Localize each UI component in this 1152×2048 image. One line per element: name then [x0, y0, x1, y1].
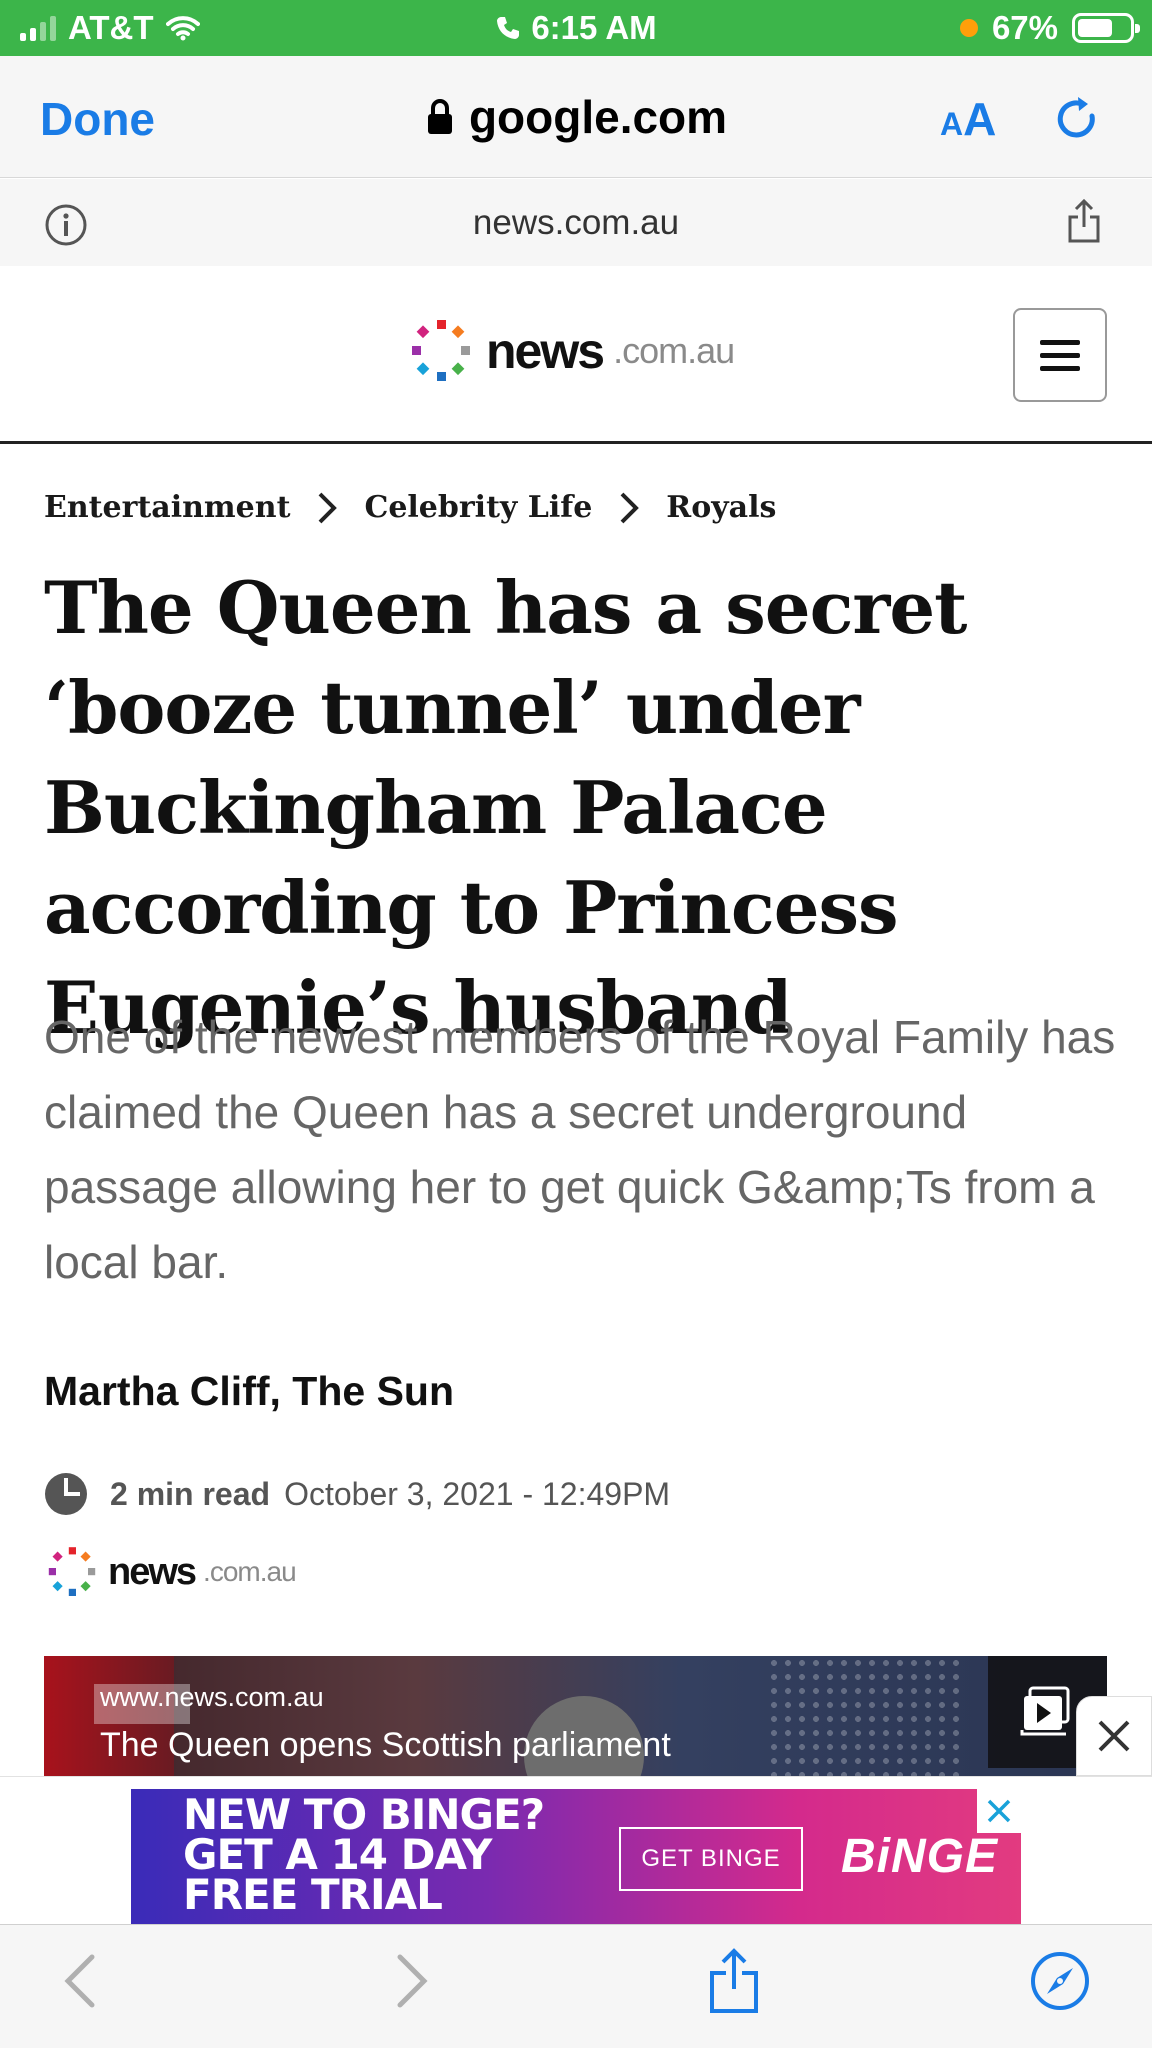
- video-title: The Queen opens Scottish parliament: [100, 1726, 671, 1764]
- close-icon: [1098, 1720, 1130, 1752]
- ad-slot: NEW TO BINGE? GET A 14 DAY FREE TRIAL GE…: [0, 1776, 1152, 1925]
- site-header: news .com.au: [0, 266, 1152, 444]
- article-standfirst: One of the newest members of the Royal F…: [44, 1011, 1116, 1288]
- source-logo-domain: .com.au: [203, 1556, 297, 1587]
- ad-headline-line: FREE TRIAL: [183, 1870, 443, 1919]
- source-logo-word: news: [108, 1550, 197, 1593]
- ad-headline-line: GET A 14 DAY: [183, 1830, 492, 1879]
- breadcrumb: Entertainment Celebrity Life Royals: [44, 490, 776, 525]
- source-logo: news .com.au: [44, 1544, 297, 1600]
- bookmarks-compass-button[interactable]: [1028, 1949, 1092, 2013]
- ad-headline: NEW TO BINGE? GET A 14 DAY FREE TRIAL: [183, 1790, 545, 1919]
- chevron-right-icon: [319, 492, 338, 523]
- logo-word: news: [486, 323, 605, 379]
- battery-icon: [1072, 13, 1140, 43]
- article-meta: 2 min read October 3, 2021 - 12:49PM: [44, 1472, 670, 1516]
- breadcrumb-royals[interactable]: Royals: [666, 490, 776, 525]
- phone-call-icon: [497, 17, 520, 39]
- hamburger-menu-icon[interactable]: [1013, 308, 1107, 402]
- breadcrumb-celebrity-life[interactable]: Celebrity Life: [364, 490, 592, 525]
- chevron-right-icon: [620, 492, 640, 523]
- site-logo[interactable]: news .com.au: [406, 316, 735, 386]
- video-source: www.news.com.au: [100, 1682, 324, 1712]
- play-icon: [1020, 1686, 1069, 1736]
- battery-fill: [1078, 19, 1112, 37]
- article-byline[interactable]: Martha Cliff, The Sun: [44, 1368, 454, 1415]
- article-headline: The Queen has a secret ‘booze tunnel’ un…: [44, 565, 967, 1050]
- reload-icon[interactable]: [1052, 94, 1102, 144]
- share-button[interactable]: [702, 1948, 766, 2013]
- forward-arrow-icon: [397, 1954, 428, 2008]
- ad-brand-logo: BiNGE: [841, 1830, 999, 1883]
- close-icon: [987, 1799, 1011, 1823]
- clock-icon: [45, 1473, 87, 1515]
- share-icon: [710, 1948, 758, 2013]
- text-size-small: A: [940, 106, 964, 142]
- clock-time: 6:15 AM: [531, 9, 657, 46]
- status-bar: AT&T 6:15 AM 67%: [0, 0, 1152, 56]
- news-logo-mark-icon: [412, 320, 470, 381]
- video-player[interactable]: www.news.com.au The Queen opens Scottish…: [44, 1656, 1107, 1776]
- safari-address-bar: Done google.com AA: [0, 56, 1152, 178]
- privacy-indicator-dot: [959, 19, 978, 37]
- publish-date: October 3, 2021 - 12:49PM: [284, 1475, 671, 1512]
- status-right: 67%: [959, 8, 1140, 48]
- battery-percent: 67%: [991, 9, 1058, 46]
- breadcrumb-entertainment[interactable]: Entertainment: [44, 490, 290, 525]
- forward-button[interactable]: [380, 1949, 444, 2013]
- site-info-bar: news.com.au: [0, 179, 1152, 266]
- news-logo-mark-icon: [48, 1547, 96, 1596]
- ad-close-button[interactable]: [977, 1789, 1021, 1833]
- read-time: 2 min read: [110, 1475, 271, 1512]
- ad-headline-line: NEW TO BINGE?: [183, 1790, 545, 1839]
- binge-ad-banner[interactable]: NEW TO BINGE? GET A 14 DAY FREE TRIAL GE…: [131, 1789, 1021, 1925]
- share-icon[interactable]: [1064, 197, 1104, 245]
- site-host: news.com.au: [472, 203, 680, 242]
- safari-bottom-toolbar: [0, 1924, 1152, 2048]
- back-arrow-icon: [64, 1954, 95, 2008]
- back-button[interactable]: [48, 1949, 112, 2013]
- lock-icon: [427, 99, 452, 134]
- compass-icon: [1031, 1952, 1089, 2010]
- logo-domain: .com.au: [613, 330, 735, 371]
- text-size-large: A: [963, 93, 997, 145]
- url-text: google.com: [468, 91, 728, 143]
- text-size-button[interactable]: AA: [940, 92, 996, 146]
- video-thumbnail-pattern: [767, 1656, 967, 1776]
- close-video-button[interactable]: [1076, 1696, 1152, 1776]
- ad-cta-button[interactable]: GET BINGE: [619, 1827, 803, 1891]
